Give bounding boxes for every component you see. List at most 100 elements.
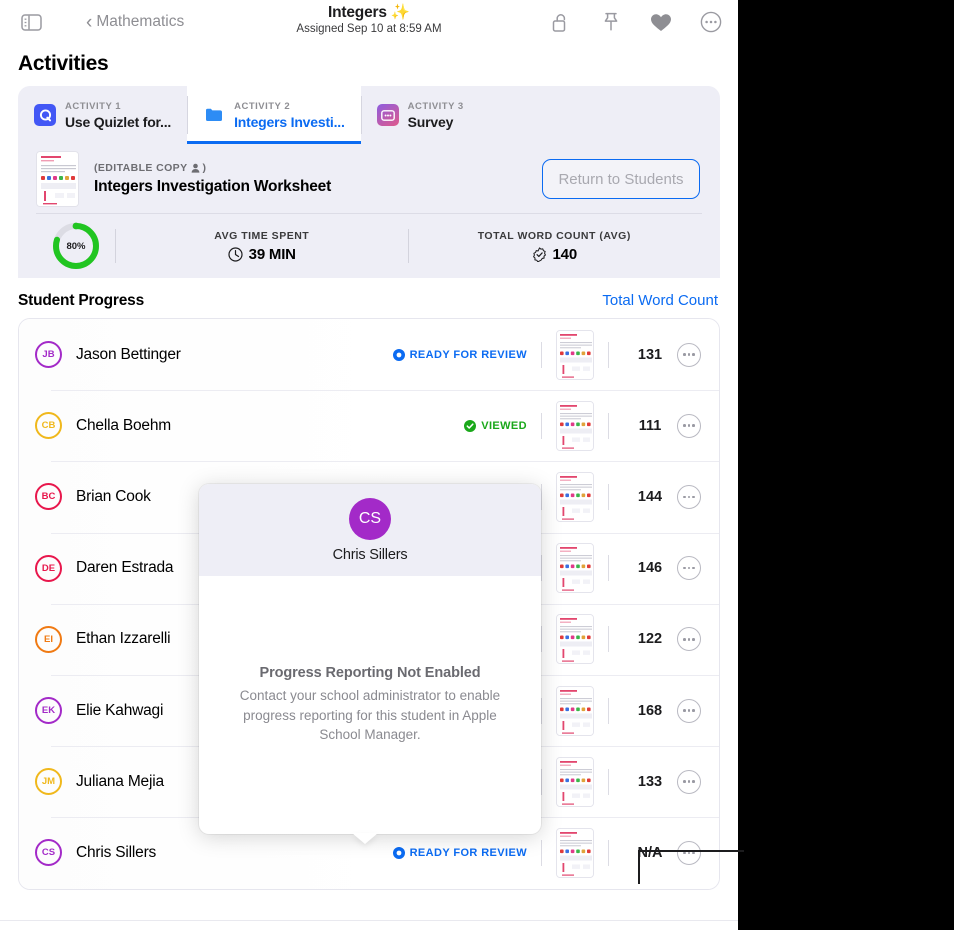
divider bbox=[541, 342, 542, 368]
avatar: CB bbox=[35, 412, 62, 439]
divider bbox=[541, 555, 542, 581]
toolbar-icons bbox=[550, 0, 722, 44]
sidebar-toggle-icon[interactable] bbox=[18, 11, 44, 33]
worksheet-kicker: (EDITABLE COPY ) bbox=[94, 162, 542, 174]
quizlet-icon bbox=[34, 104, 56, 126]
more-icon[interactable] bbox=[700, 11, 722, 33]
stat-avg-time-value-wrap: 39 MIN bbox=[228, 246, 296, 263]
row-more-icon[interactable] bbox=[677, 627, 701, 651]
divider bbox=[541, 840, 542, 866]
total-word-count-link[interactable]: Total Word Count bbox=[602, 292, 718, 309]
status-badge: READY FOR REVIEW bbox=[393, 349, 527, 361]
popover-student-name: Chris Sillers bbox=[333, 547, 408, 563]
divider bbox=[541, 484, 542, 510]
worksheet-kicker-text: (EDITABLE COPY bbox=[94, 162, 188, 174]
stat-avg-time-spent: AVG TIME SPENT 39 MIN bbox=[116, 230, 408, 263]
word-count-value: 144 bbox=[623, 489, 677, 505]
row-more-icon[interactable] bbox=[677, 841, 701, 865]
activities-card: ACTIVITY 1 Use Quizlet for... ACTIVITY 2… bbox=[18, 86, 720, 278]
tab-2-label: Integers Investi... bbox=[234, 114, 345, 130]
avatar: JM bbox=[35, 768, 62, 795]
row-more-icon[interactable] bbox=[677, 556, 701, 580]
row-more-icon[interactable] bbox=[677, 770, 701, 794]
stat-avg-time-value: 39 MIN bbox=[249, 246, 296, 263]
tab-3-kicker: ACTIVITY 3 bbox=[408, 101, 464, 112]
status-badge: READY FOR REVIEW bbox=[393, 847, 527, 859]
survey-icon bbox=[377, 104, 399, 126]
submission-thumbnail[interactable] bbox=[556, 543, 594, 593]
tab-3-label: Survey bbox=[408, 114, 464, 130]
table-row[interactable]: JB Jason Bettinger READY FOR REVIEW 131 bbox=[19, 319, 719, 390]
popover-message: Contact your school administrator to ena… bbox=[225, 686, 515, 745]
activity-tabs: ACTIVITY 1 Use Quizlet for... ACTIVITY 2… bbox=[18, 86, 720, 144]
popover-heading: Progress Reporting Not Enabled bbox=[260, 665, 481, 681]
stat-avg-time-label: AVG TIME SPENT bbox=[214, 230, 309, 242]
completion-percent: 80% bbox=[51, 221, 101, 271]
submission-thumbnail[interactable] bbox=[556, 828, 594, 878]
divider bbox=[541, 769, 542, 795]
worksheet-row[interactable]: (EDITABLE COPY ) Integers Investigation … bbox=[18, 144, 720, 214]
divider bbox=[608, 769, 609, 795]
tab-activity-2[interactable]: ACTIVITY 2 Integers Investi... bbox=[187, 86, 361, 144]
worksheet-kicker-end: ) bbox=[203, 162, 207, 174]
chevron-left-icon: ‹ bbox=[86, 13, 92, 32]
stat-word-count-value: 140 bbox=[553, 246, 577, 263]
student-name: Chella Boehm bbox=[76, 417, 464, 435]
word-count-value: N/A bbox=[623, 845, 677, 861]
popover-header: CS Chris Sillers bbox=[199, 484, 541, 576]
word-count-value: 168 bbox=[623, 703, 677, 719]
avatar-initials: CB bbox=[42, 420, 56, 431]
unlock-icon[interactable] bbox=[550, 11, 572, 33]
bottom-strip bbox=[0, 920, 738, 930]
completion-ring: 80% bbox=[51, 221, 101, 271]
ready-for-review-icon bbox=[393, 847, 405, 859]
pin-icon[interactable] bbox=[600, 11, 622, 33]
avatar-initials: DE bbox=[42, 563, 55, 574]
submission-thumbnail[interactable] bbox=[556, 757, 594, 807]
avatar: EI bbox=[35, 626, 62, 653]
tab-activity-3[interactable]: ACTIVITY 3 Survey bbox=[361, 86, 480, 144]
table-row[interactable]: CBChella Boehm VIEWED 111 bbox=[19, 390, 719, 461]
stat-word-count-value-wrap: 140 bbox=[532, 246, 577, 263]
submission-thumbnail[interactable] bbox=[556, 614, 594, 664]
stat-word-count-label: TOTAL WORD COUNT (AVG) bbox=[478, 230, 631, 242]
row-more-icon[interactable] bbox=[677, 343, 701, 367]
popover-avatar: CS bbox=[349, 498, 391, 540]
student-name: Chris Sillers bbox=[76, 844, 393, 862]
avatar-initials: CS bbox=[42, 847, 55, 858]
word-count-value: 133 bbox=[623, 774, 677, 790]
clock-icon bbox=[228, 247, 243, 262]
word-count-value: 131 bbox=[623, 347, 677, 363]
submission-thumbnail[interactable] bbox=[556, 472, 594, 522]
worksheet-text: (EDITABLE COPY ) Integers Investigation … bbox=[94, 162, 542, 196]
avatar: CS bbox=[35, 839, 62, 866]
avatar: DE bbox=[35, 555, 62, 582]
submission-thumbnail[interactable] bbox=[556, 401, 594, 451]
avatar-initials: EI bbox=[44, 634, 53, 645]
divider bbox=[541, 413, 542, 439]
status-label: VIEWED bbox=[481, 420, 527, 432]
word-count-value: 146 bbox=[623, 560, 677, 576]
heart-icon[interactable] bbox=[650, 11, 672, 33]
left-gutter bbox=[0, 88, 18, 920]
avatar-initials: BC bbox=[42, 491, 56, 502]
student-progress-title: Student Progress bbox=[18, 292, 144, 310]
divider bbox=[608, 555, 609, 581]
return-to-students-button[interactable]: Return to Students bbox=[542, 159, 700, 199]
submission-thumbnail[interactable] bbox=[556, 686, 594, 736]
divider bbox=[608, 342, 609, 368]
toolbar: ‹ Mathematics Integers ✨ Assigned Sep 10… bbox=[0, 0, 738, 44]
tab-2-kicker: ACTIVITY 2 bbox=[234, 101, 345, 112]
submission-thumbnail[interactable] bbox=[556, 330, 594, 380]
back-to-mathematics-link[interactable]: ‹ Mathematics bbox=[86, 13, 184, 32]
divider bbox=[541, 698, 542, 724]
app-window: ‹ Mathematics Integers ✨ Assigned Sep 10… bbox=[0, 0, 738, 930]
avatar: JB bbox=[35, 341, 62, 368]
student-name: Jason Bettinger bbox=[76, 346, 393, 364]
tab-activity-1[interactable]: ACTIVITY 1 Use Quizlet for... bbox=[18, 86, 187, 144]
row-more-icon[interactable] bbox=[677, 485, 701, 509]
row-more-icon[interactable] bbox=[677, 699, 701, 723]
row-more-icon[interactable] bbox=[677, 414, 701, 438]
avatar: BC bbox=[35, 483, 62, 510]
viewed-icon bbox=[464, 420, 476, 432]
